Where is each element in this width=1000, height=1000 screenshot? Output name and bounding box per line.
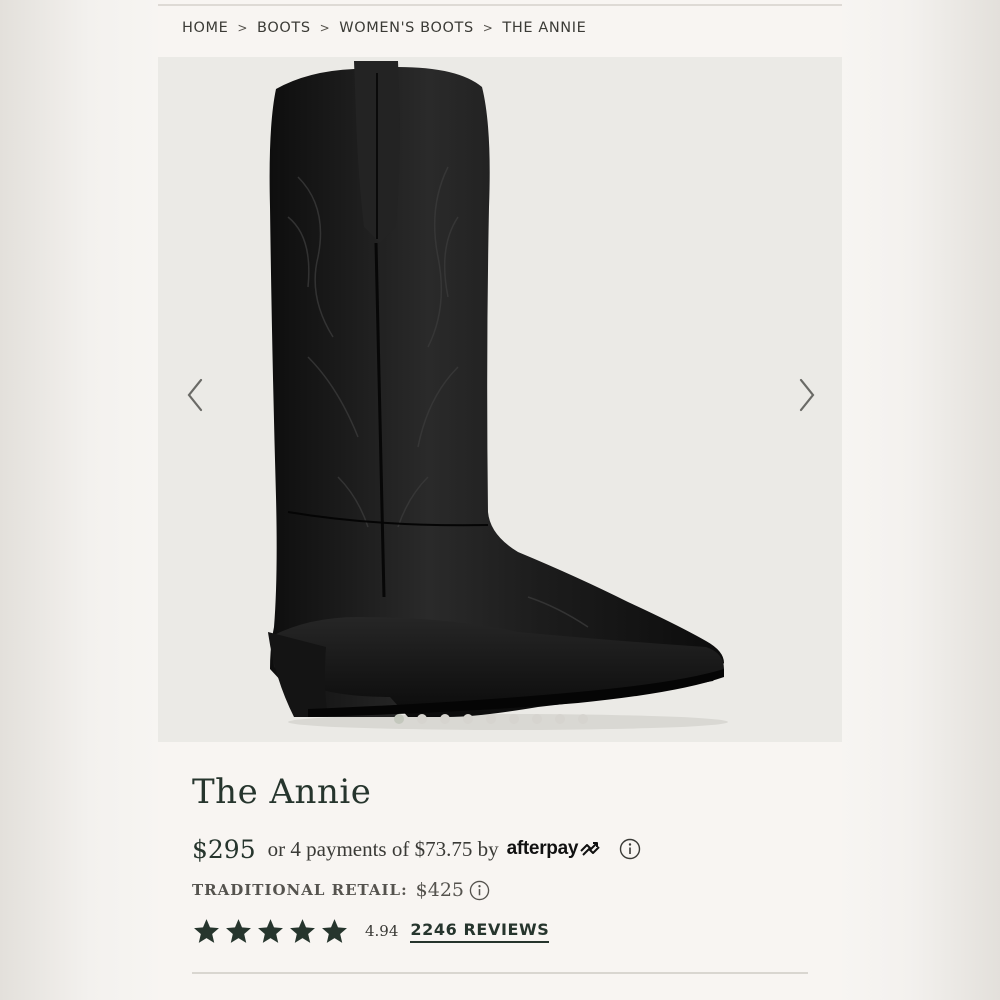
star-rating [192,917,349,946]
slide-dot[interactable] [417,714,427,724]
reviews-link[interactable]: 2246 REVIEWS [410,920,550,943]
star-icon [226,918,251,943]
rating-value: 4.94 [365,922,399,940]
slide-dot[interactable] [509,714,519,724]
afterpay-arrows-icon [580,842,600,856]
info-icon[interactable] [469,880,490,901]
chevron-left-icon[interactable] [182,375,210,415]
slide-dot[interactable] [578,714,588,724]
product-price: $295 [192,834,256,864]
breadcrumb-separator: > [237,21,249,35]
installments-text: or 4 payments of $73.75 by [267,836,499,861]
retail-price: $425 [415,879,464,901]
slide-dot[interactable] [463,714,473,724]
star-icon [290,918,315,943]
breadcrumb-separator: > [319,21,331,35]
star-icon [322,918,347,943]
afterpay-logo[interactable]: afterpay [507,838,602,860]
section-divider [192,972,808,974]
slide-dot[interactable] [555,714,565,724]
slide-dot[interactable] [394,714,404,724]
slide-dot[interactable] [440,714,450,724]
slide-dot[interactable] [486,714,496,724]
retail-label: TRADITIONAL RETAIL: [192,881,408,899]
slide-dot[interactable] [532,714,542,724]
top-divider [158,4,842,6]
afterpay-label: afterpay [506,838,579,859]
product-image [268,61,728,730]
product-image-gallery[interactable] [158,57,842,742]
breadcrumb-womens-boots[interactable]: WOMEN'S BOOTS [339,20,473,36]
product-card: HOME > BOOTS > WOMEN'S BOOTS > THE ANNIE [158,0,842,1000]
breadcrumb: HOME > BOOTS > WOMEN'S BOOTS > THE ANNIE [182,17,586,39]
retail-row: TRADITIONAL RETAIL: $425 [192,876,490,904]
breadcrumb-current: THE ANNIE [502,20,587,36]
breadcrumb-boots[interactable]: BOOTS [257,20,311,36]
star-icon [258,918,283,943]
price-row: $295 or 4 payments of $73.75 by afterpay [192,832,641,866]
rating-row: 4.94 2246 REVIEWS [192,914,550,948]
info-icon[interactable] [619,838,641,860]
breadcrumb-home[interactable]: HOME [182,20,228,36]
breadcrumb-separator: > [482,21,494,35]
slide-indicators [394,714,588,724]
chevron-right-icon[interactable] [792,375,820,415]
star-icon [194,918,219,943]
product-title: The Annie [192,772,372,812]
